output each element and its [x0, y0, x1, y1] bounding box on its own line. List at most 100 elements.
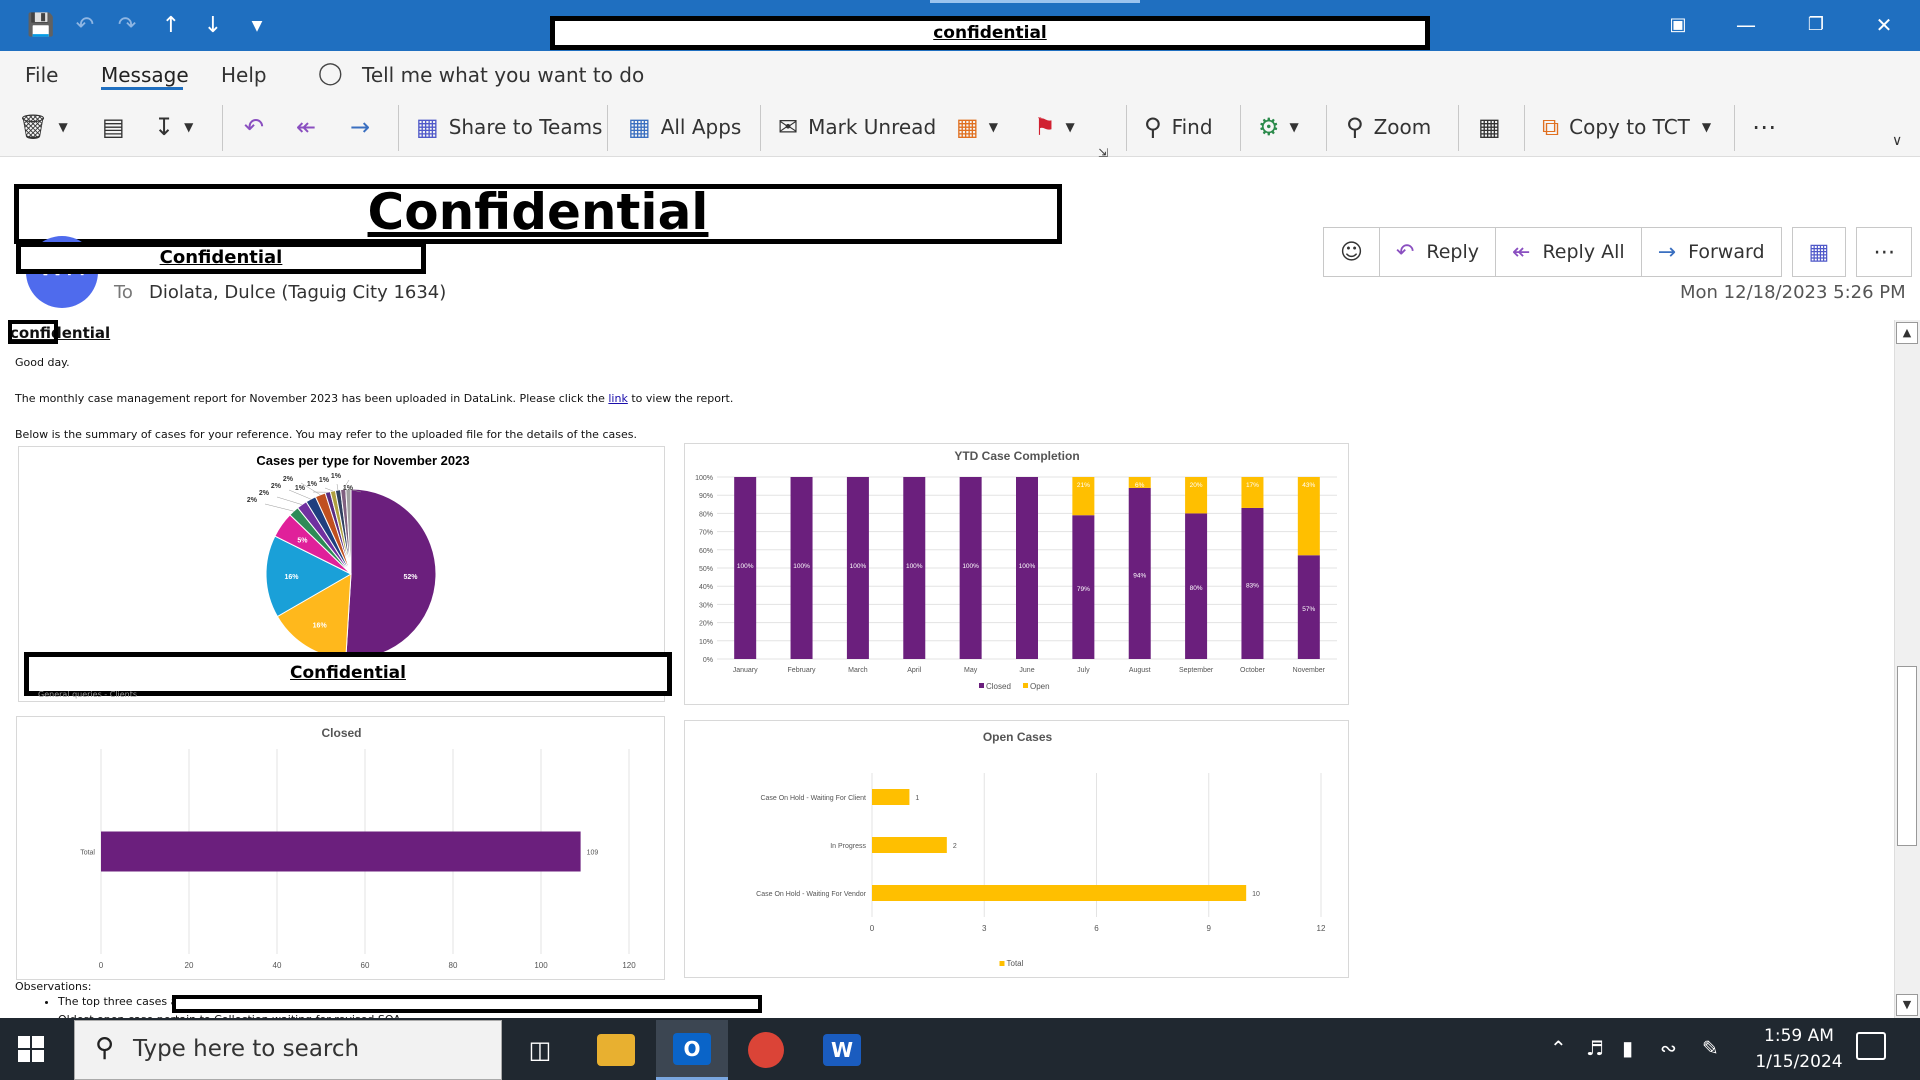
start-tile	[18, 1050, 30, 1062]
x-tick-label: 80	[449, 961, 458, 970]
title-bar: 💾 ↶ ↷ ↑ ↓ ▼ confidential ▣ — ❐ ✕	[0, 0, 1920, 51]
bar	[872, 789, 910, 805]
ribbon-display-icon[interactable]: ▣	[1658, 10, 1698, 40]
clock-date[interactable]: 1/15/2024	[1744, 1052, 1854, 1072]
share-to-teams-label: Share to Teams	[448, 115, 603, 139]
file-explorer-button[interactable]	[580, 1020, 652, 1080]
reply-button[interactable]: ↶ Reply	[1378, 227, 1496, 277]
data-label: 100%	[850, 563, 867, 570]
y-tick-label: 0%	[703, 657, 713, 664]
slice-label: 1%	[331, 473, 342, 480]
collapse-ribbon-icon[interactable]: ∨	[1892, 123, 1902, 159]
mark-unread-button[interactable]: ✉ Mark Unread	[778, 109, 936, 145]
data-label: 100%	[962, 563, 979, 570]
task-view-button[interactable]: ◫	[504, 1020, 576, 1080]
more-actions-button[interactable]: ⋯	[1856, 227, 1913, 277]
next-item-icon[interactable]: ↓	[198, 12, 228, 40]
battery-icon[interactable]: ▮	[1622, 1036, 1633, 1060]
bar	[872, 837, 947, 853]
all-apps-button[interactable]: ▦ All Apps	[628, 109, 741, 145]
copy-to-tct-button[interactable]: ⧉ Copy to TCT ▼	[1542, 109, 1711, 145]
previous-item-icon[interactable]: ↑	[156, 12, 186, 40]
calendar-button[interactable]: ▦	[1478, 109, 1511, 145]
data-label: 1	[915, 795, 919, 802]
scroll-up-icon[interactable]: ▲	[1896, 322, 1918, 344]
move-button[interactable]: ↧ ▼	[154, 109, 193, 145]
trash-icon: 🗑	[18, 113, 49, 141]
redo-icon[interactable]: ↷	[112, 12, 142, 40]
open-cases-chart-panel: Open Cases 0 3 6 9 12 Case On Hold - Waiting F…	[684, 720, 1349, 978]
notification-icon[interactable]	[1856, 1032, 1886, 1060]
forward-ribbon-button[interactable]: →	[350, 109, 380, 145]
ribbon-separator	[222, 105, 223, 151]
pen-icon[interactable]: ✎	[1702, 1036, 1719, 1060]
tell-me-search[interactable]: Tell me what you want to do	[362, 63, 644, 87]
search-icon: ⚲	[1144, 113, 1162, 141]
leader-line	[336, 483, 339, 491]
menu-help[interactable]: Help	[221, 63, 267, 87]
slice-label: 1%	[307, 481, 318, 488]
archive-button[interactable]: ▤	[102, 109, 135, 145]
follow-up-button[interactable]: ⚑ ▼	[1034, 109, 1075, 145]
show-hidden-icons-icon[interactable]: ⌃	[1550, 1036, 1567, 1060]
translate-button[interactable]: ⚙ ▼	[1258, 109, 1299, 145]
emoji-button[interactable]: ☺	[1323, 227, 1380, 277]
chrome-button[interactable]	[730, 1020, 802, 1080]
data-label: 100%	[1019, 563, 1036, 570]
body-line-2: Below is the summary of cases for your r…	[15, 428, 637, 441]
delete-button[interactable]: 🗑 ▼	[18, 109, 68, 145]
x-tick-label: 40	[273, 961, 282, 970]
scroll-down-icon[interactable]: ▼	[1896, 994, 1918, 1016]
x-tick-label: 0	[870, 924, 875, 933]
reply-all-ribbon-button[interactable]: ↞	[296, 109, 326, 145]
restore-icon[interactable]: ❐	[1796, 10, 1836, 40]
slice-label: 16%	[285, 574, 300, 581]
wifi-icon[interactable]: ∾	[1660, 1036, 1677, 1060]
ribbon-separator	[398, 105, 399, 151]
menu-file[interactable]: File	[25, 63, 58, 87]
undo-icon[interactable]: ↶	[70, 12, 100, 40]
menu-message[interactable]: Message	[101, 63, 189, 87]
share-to-teams-button[interactable]: ▦ Share to Teams	[416, 109, 602, 145]
volume-icon[interactable]: ♬	[1586, 1036, 1604, 1060]
x-tick-label: June	[1019, 667, 1034, 674]
find-button[interactable]: ⚲ Find	[1144, 109, 1213, 145]
teams-icon: ▦	[1808, 239, 1830, 265]
observation-redaction	[172, 995, 762, 1013]
data-label: 21%	[1077, 482, 1090, 489]
outlook-button[interactable]: O	[656, 1020, 728, 1080]
slice-label: 1%	[319, 477, 330, 484]
categorize-button[interactable]: ▦ ▼	[956, 109, 998, 145]
customize-qat-icon[interactable]: ▼	[242, 12, 272, 40]
x-tick-label: 9	[1207, 924, 1212, 933]
teams-button[interactable]: ▦	[1791, 227, 1847, 277]
reply-all-button[interactable]: ↞ Reply All	[1495, 227, 1642, 277]
x-tick-label: November	[1293, 667, 1326, 674]
move-icon: ↧	[154, 113, 175, 141]
word-button[interactable]: W	[806, 1020, 878, 1080]
zoom-button[interactable]: ⚲ Zoom	[1346, 109, 1431, 145]
taskbar-search[interactable]: ⚲ Type here to search	[74, 1020, 502, 1080]
minimize-icon[interactable]: —	[1726, 10, 1766, 40]
clock-time[interactable]: 1:59 AM	[1754, 1026, 1844, 1046]
ytd-completion-chart: YTD Case Completion 0% 10% 20% 30% 40% 50% 60% 7…	[695, 449, 1337, 691]
scroll-thumb[interactable]	[1897, 666, 1917, 846]
y-tick-label: 40%	[699, 584, 713, 591]
envelope-icon: ✉	[778, 113, 799, 141]
forward-icon: →	[350, 113, 371, 141]
data-label: 94%	[1133, 572, 1146, 579]
ribbon-separator	[1240, 105, 1241, 151]
copy-icon: ⧉	[1542, 113, 1560, 141]
pie-slice	[345, 488, 437, 660]
zoom-icon: ⚲	[1346, 113, 1364, 141]
forward-button[interactable]: → Forward	[1640, 227, 1782, 277]
slice-label: 2%	[271, 483, 282, 490]
close-icon[interactable]: ✕	[1864, 10, 1904, 40]
chevron-down-icon: ▼	[1701, 120, 1712, 134]
report-link[interactable]: link	[608, 392, 627, 405]
more-options-icon[interactable]: ⋯	[1752, 109, 1776, 145]
reply-ribbon-button[interactable]: ↶	[244, 109, 274, 145]
save-icon[interactable]: 💾	[26, 12, 56, 40]
windows-start-icon[interactable]	[18, 1036, 44, 1062]
data-label: 100%	[906, 563, 923, 570]
